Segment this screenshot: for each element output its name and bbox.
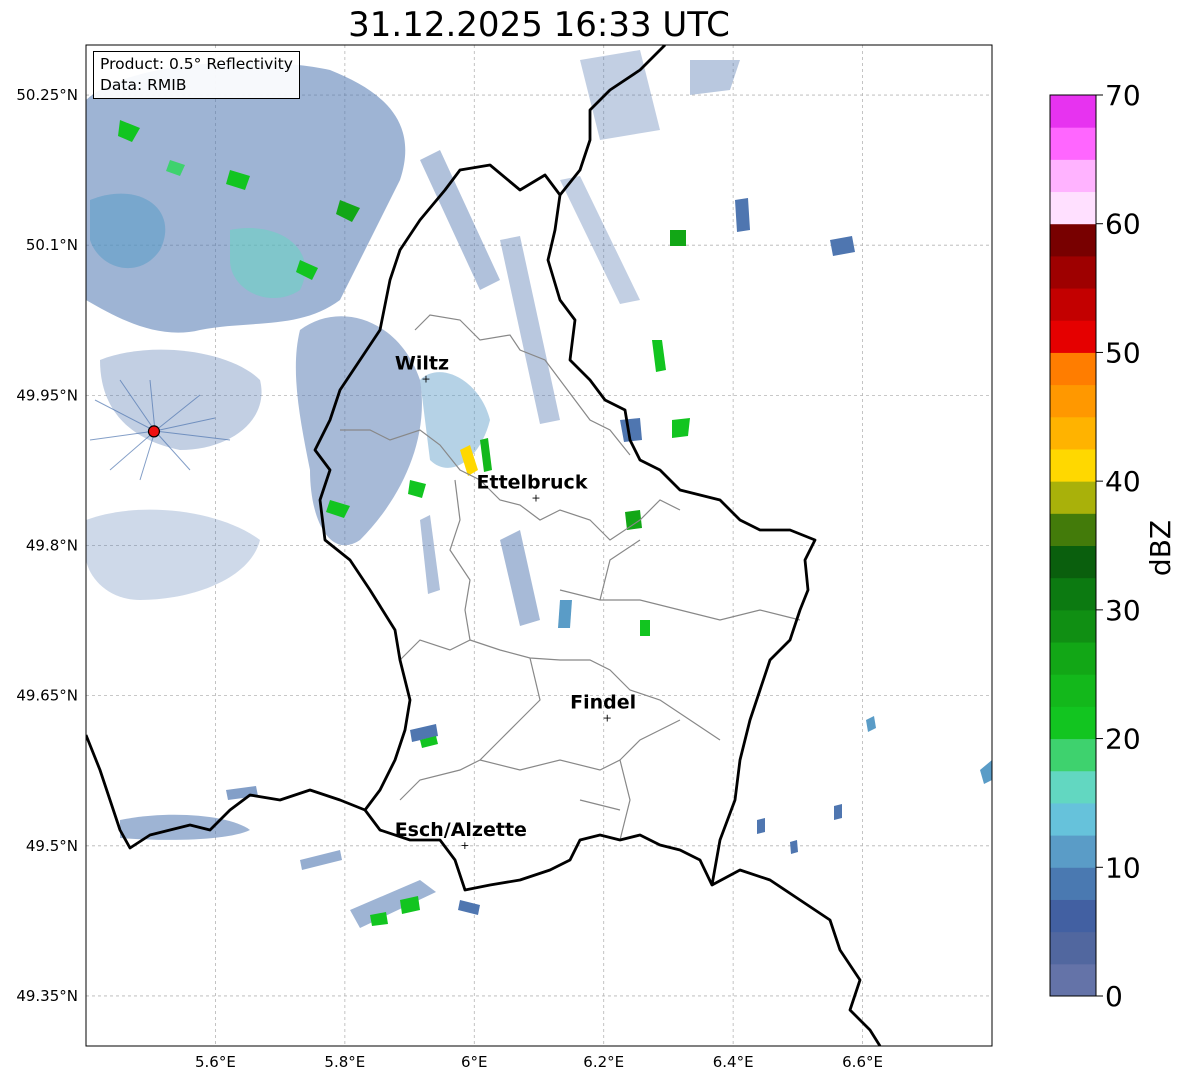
lat-tick-label: 49.5°N bbox=[26, 837, 78, 855]
lon-tick-label: 5.8°E bbox=[324, 1053, 365, 1071]
lon-tick-label: 6.2°E bbox=[583, 1053, 624, 1071]
lon-tick-label: 6.4°E bbox=[713, 1053, 754, 1071]
lat-tick-label: 49.8°N bbox=[26, 537, 78, 555]
lon-tick-label: 5.6°E bbox=[195, 1053, 236, 1071]
city-label: Findel bbox=[570, 692, 636, 714]
radar-site-icon bbox=[147, 425, 161, 438]
data-source-label: Data: RMIB bbox=[100, 76, 187, 94]
product-label: Product: 0.5° Reflectivity bbox=[100, 55, 293, 73]
lat-tick-label: 50.1°N bbox=[26, 236, 78, 254]
city-label: Wiltz bbox=[395, 352, 449, 374]
city-label: Esch/Alzette bbox=[395, 819, 527, 841]
lat-tick-label: 49.65°N bbox=[16, 687, 78, 705]
lat-tick-label: 50.25°N bbox=[16, 86, 78, 104]
radar-site-layer bbox=[147, 425, 161, 438]
lon-tick-label: 6°E bbox=[461, 1053, 488, 1071]
latitude-axis: 50.25°N 50.1°N 49.95°N 49.8°N 49.65°N 49.5°N 4… bbox=[16, 86, 78, 1005]
lat-tick-label: 49.35°N bbox=[16, 987, 78, 1005]
lon-tick-label: 6.6°E bbox=[842, 1053, 883, 1071]
city-label: Ettelbruck bbox=[477, 471, 588, 493]
lat-tick-label: 49.95°N bbox=[16, 386, 78, 404]
radar-map: 5.6°E 5.8°E 6°E 6.2°E 6.4°E 6.6°E 50.25°N 50.1… bbox=[16, 44, 993, 1071]
longitude-axis: 5.6°E 5.8°E 6°E 6.2°E 6.4°E 6.6°E bbox=[195, 1053, 883, 1071]
info-box: Product: 0.5° Reflectivity Data: RMIB bbox=[93, 51, 300, 99]
